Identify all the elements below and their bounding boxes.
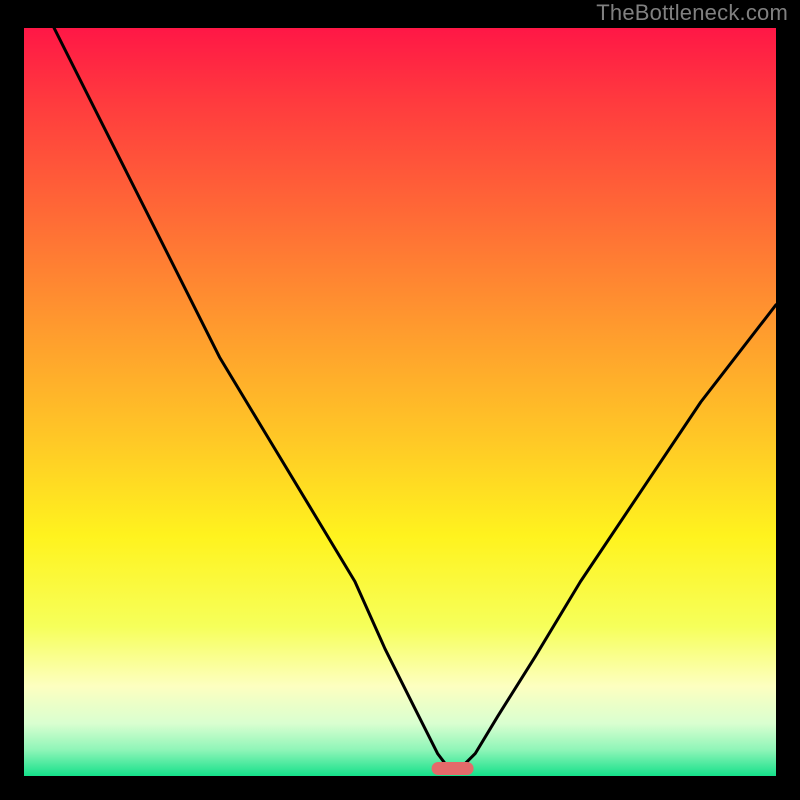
optimum-marker bbox=[432, 762, 474, 775]
plot-area bbox=[24, 28, 776, 776]
chart-svg bbox=[24, 28, 776, 776]
watermark-text: TheBottleneck.com bbox=[596, 0, 788, 26]
gradient-background bbox=[24, 28, 776, 776]
chart-frame: TheBottleneck.com bbox=[0, 0, 800, 800]
